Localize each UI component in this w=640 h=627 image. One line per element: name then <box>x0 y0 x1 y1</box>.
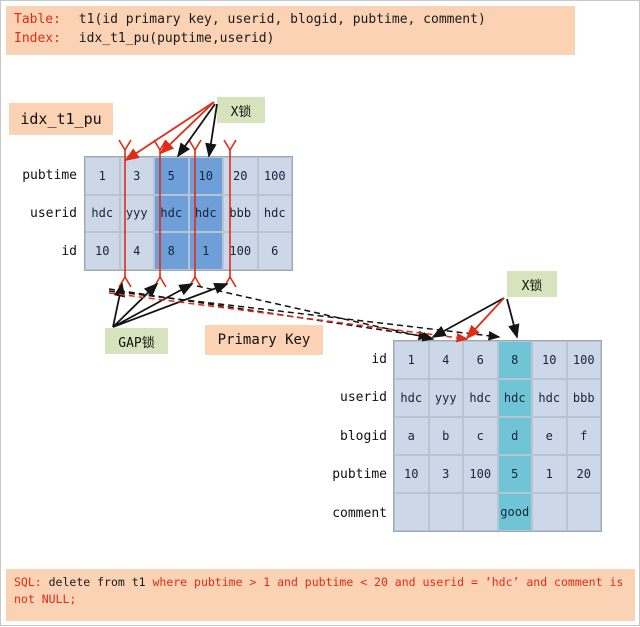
gap-lock-arrows <box>112 282 229 328</box>
pk-row-label-userid: userid <box>340 389 387 405</box>
sql-banner: SQL: delete from t1 where pubtime > 1 an… <box>6 569 635 621</box>
pk-cell: a <box>394 417 429 455</box>
pk-cell <box>532 493 567 531</box>
primary-key-table: 1 4 6 8 10 100 hdc yyy hdc hdc hdc bbb a b c d e f 10 3 100 5… <box>393 340 602 532</box>
pk-row-label-pubtime: pubtime <box>332 466 387 482</box>
gap-lock-label: GAP锁 <box>105 328 168 354</box>
pk-cell: 5 <box>497 455 532 493</box>
schema-table-line: Table: t1(id primary key, userid, blogid… <box>14 11 567 30</box>
pk-cell: yyy <box>428 379 463 417</box>
pk-cell <box>394 493 429 531</box>
gap-mark-bottom-group <box>118 275 237 288</box>
index-cell: hdc <box>188 194 223 233</box>
pk-cell: hdc <box>394 379 429 417</box>
index-cell: 5 <box>154 157 189 195</box>
index-cell: 1 <box>85 157 120 195</box>
xlock-pk-label: X锁 <box>507 271 557 297</box>
pk-cell: hdc <box>532 379 567 417</box>
schema-table-value: t1(id primary key, userid, blogid, pubti… <box>78 12 486 27</box>
pk-cell <box>428 493 463 531</box>
diagram-canvas: Table: t1(id primary key, userid, blogid… <box>0 0 640 626</box>
schema-index-value: idx_t1_pu(puptime,userid) <box>78 30 275 46</box>
index-cell: 8 <box>154 232 189 270</box>
index-cell: 100 <box>257 157 292 195</box>
index-cell: hdc <box>154 194 189 233</box>
index-cell: 4 <box>119 232 154 270</box>
pk-row-label-blogid: blogid <box>340 428 387 444</box>
pk-cell: 4 <box>428 341 463 379</box>
pk-cell: hdc <box>497 379 532 417</box>
schema-banner: Table: t1(id primary key, userid, blogid… <box>6 6 575 55</box>
index-cell: 1 <box>188 232 223 270</box>
index-cell: 6 <box>257 232 292 270</box>
pk-cell: bbb <box>566 379 601 417</box>
schema-index-line: Index: idx_t1_pu(puptime,userid) <box>14 30 567 49</box>
sql-delete-clause: delete from t1 <box>41 575 153 589</box>
sql-prefix: SQL: <box>14 575 42 589</box>
pk-cell: c <box>463 417 498 455</box>
schema-index-label: Index: <box>14 30 61 46</box>
pk-row-label-id: id <box>371 351 387 367</box>
pk-cell: e <box>532 417 567 455</box>
pk-cell: 10 <box>394 455 429 493</box>
annotation-overlay <box>108 101 520 343</box>
pk-cell: b <box>428 417 463 455</box>
index-cell: 10 <box>188 157 223 195</box>
pk-cell: 8 <box>497 341 532 379</box>
schema-table-label: Table: <box>14 12 61 27</box>
pk-cell: 100 <box>463 455 498 493</box>
index-row-label-pubtime: pubtime <box>22 167 77 183</box>
index-cell: hdc <box>257 194 292 233</box>
pk-cell: good <box>497 493 532 531</box>
gap-mark-top-group <box>118 139 237 152</box>
index-cell: yyy <box>119 194 154 233</box>
xlock-index-label: X锁 <box>217 97 265 123</box>
primary-key-label: Primary Key <box>205 325 323 355</box>
index-name-label: idx_t1_pu <box>9 103 113 135</box>
pk-cell: 1 <box>394 341 429 379</box>
pk-cell: d <box>497 417 532 455</box>
pk-cell: 10 <box>532 341 567 379</box>
pk-cell <box>463 493 498 531</box>
pk-cell: f <box>566 417 601 455</box>
index-cell: 10 <box>85 232 120 270</box>
pk-cell: 20 <box>566 455 601 493</box>
pk-row-label-comment: comment <box>332 505 387 521</box>
pk-cell: 100 <box>566 341 601 379</box>
xlock-index-arrows <box>124 101 218 161</box>
pk-cell: hdc <box>463 379 498 417</box>
index-cell: 3 <box>119 157 154 195</box>
index-table: 1 3 5 10 20 100 hdc yyy hdc hdc bbb hdc 10 4 8 1 100 6 <box>84 156 293 271</box>
index-cell: 20 <box>223 157 258 195</box>
pk-cell: 6 <box>463 341 498 379</box>
pk-cell: 1 <box>532 455 567 493</box>
index-row-label-id: id <box>61 243 77 259</box>
index-cell: bbb <box>223 194 258 233</box>
pk-cell <box>566 493 601 531</box>
index-cell: hdc <box>85 194 120 233</box>
index-row-label-userid: userid <box>30 205 77 221</box>
xlock-pk-arrows <box>431 297 520 340</box>
pk-cell: 3 <box>428 455 463 493</box>
index-cell: 100 <box>223 232 258 270</box>
